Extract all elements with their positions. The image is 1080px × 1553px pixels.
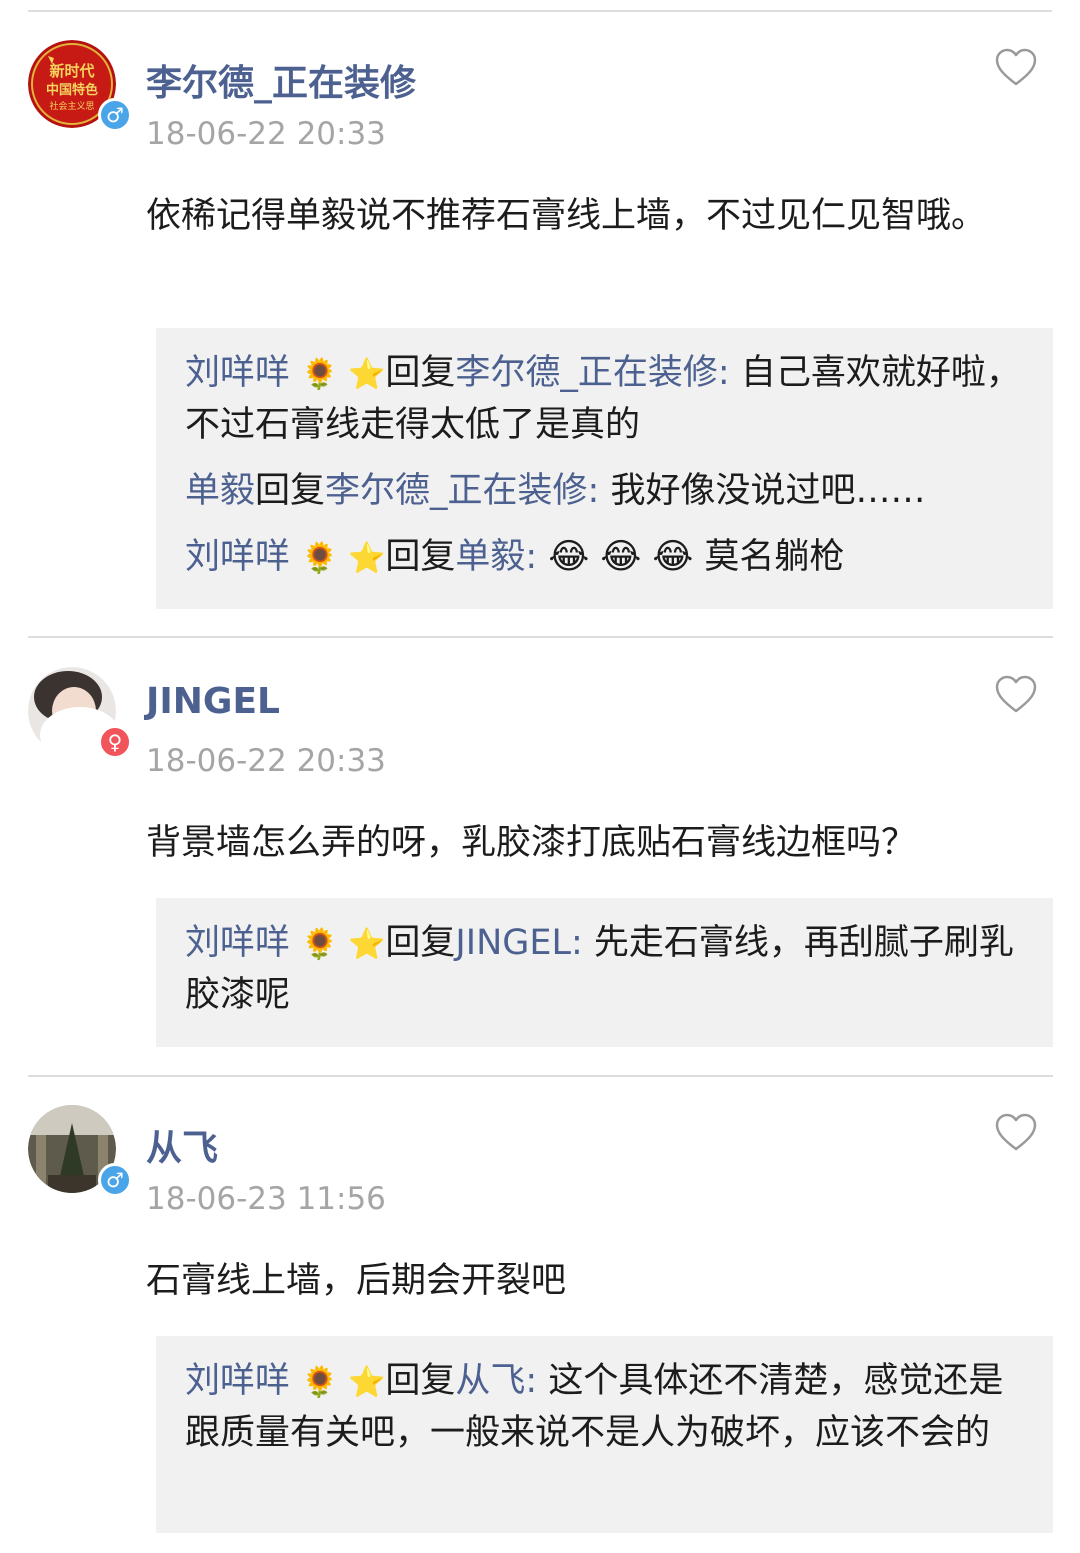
badge-icons: 🌻 ⭐ xyxy=(301,927,386,962)
comment-2: ♀ JINGEL 18-06-22 20:33 背景墙怎么弄的呀，乳胶漆打底贴石… xyxy=(0,667,1080,1047)
comment-text: 依稀记得单毅说不推荐石膏线上墙，不过见仁见智哦。 xyxy=(146,196,987,236)
male-symbol-icon: ♂ xyxy=(98,1163,132,1197)
reply-target[interactable]: 从飞: xyxy=(455,1361,537,1401)
male-symbol-icon: ♂ xyxy=(98,98,132,132)
badge-icons: 🌻 ⭐ xyxy=(301,1365,386,1400)
reply-target[interactable]: 李尔德_正在装修: xyxy=(455,353,729,393)
commenter-name[interactable]: JINGEL xyxy=(146,681,280,722)
heart-outline-icon[interactable] xyxy=(994,46,1038,90)
reply-box: 刘咩咩 🌻 ⭐回复从飞: 这个具体还不清楚，感觉还是跟质量有关吧，一般来说不是人… xyxy=(156,1336,1053,1533)
reply-text: 😂 😂 😂 莫名躺枪 xyxy=(537,537,845,577)
comment-time: 18-06-23 11:56 xyxy=(146,1181,386,1217)
heart-outline-icon[interactable] xyxy=(994,1111,1038,1155)
reply-author[interactable]: 刘咩咩 xyxy=(185,353,290,393)
avatar-text-line-3: 社会主义思 xyxy=(49,100,94,112)
reply-item[interactable]: 刘咩咩 🌻 ⭐回复李尔德_正在装修: 自己喜欢就好啦，不过石膏线走得太低了是真的 xyxy=(185,348,1023,450)
reply-author[interactable]: 刘咩咩 xyxy=(185,923,290,963)
reply-keyword: 回复 xyxy=(385,537,456,577)
comment-text: 石膏线上墙，后期会开裂吧 xyxy=(146,1261,567,1301)
heart-outline-icon[interactable] xyxy=(994,673,1038,717)
badge-icons: 🌻 ⭐ xyxy=(301,541,386,576)
reply-keyword: 回复 xyxy=(385,1361,456,1401)
reply-target[interactable]: JINGEL: xyxy=(455,923,582,963)
badge-icons: 🌻 ⭐ xyxy=(301,357,386,392)
reply-keyword: 回复 xyxy=(255,471,326,511)
top-divider xyxy=(28,10,1052,12)
reply-keyword: 回复 xyxy=(385,353,456,393)
reply-target[interactable]: 单毅: xyxy=(455,537,537,577)
reply-author[interactable]: 刘咩咩 xyxy=(185,1361,290,1401)
divider xyxy=(28,1075,1053,1077)
avatar-text-line-2: 中国特色 xyxy=(46,82,98,98)
comment-3: ♂ 从飞 18-06-23 11:56 石膏线上墙，后期会开裂吧 刘咩咩 🌻 ⭐… xyxy=(0,1105,1080,1535)
reply-keyword: 回复 xyxy=(385,923,456,963)
comment-1: 新时代 中国特色 社会主义思 ♂ 李尔德_正在装修 18-06-22 20:33… xyxy=(0,40,1080,610)
reply-item[interactable]: 刘咩咩 🌻 ⭐回复JINGEL: 先走石膏线，再刮腻子刷乳胶漆呢 xyxy=(185,918,1023,1020)
avatar-wrap: 新时代 中国特色 社会主义思 ♂ xyxy=(28,40,132,132)
reply-author[interactable]: 刘咩咩 xyxy=(185,537,290,577)
divider xyxy=(28,636,1053,638)
avatar-wrap: ♀ xyxy=(28,667,132,759)
commenter-name[interactable]: 李尔德_正在装修 xyxy=(146,54,416,106)
avatar-wrap: ♂ xyxy=(28,1105,132,1197)
reply-item[interactable]: 刘咩咩 🌻 ⭐回复从飞: 这个具体还不清楚，感觉还是跟质量有关吧，一般来说不是人… xyxy=(185,1356,1023,1458)
female-symbol-icon: ♀ xyxy=(98,725,132,759)
reply-author[interactable]: 单毅 xyxy=(185,471,255,511)
reply-box: 刘咩咩 🌻 ⭐回复JINGEL: 先走石膏线，再刮腻子刷乳胶漆呢 xyxy=(156,898,1053,1047)
comment-time: 18-06-22 20:33 xyxy=(146,116,386,152)
reply-target[interactable]: 李尔德_正在装修: xyxy=(325,471,599,511)
reply-text: 我好像没说过吧…… xyxy=(599,471,926,511)
comment-time: 18-06-22 20:33 xyxy=(146,743,386,779)
reply-box: 刘咩咩 🌻 ⭐回复李尔德_正在装修: 自己喜欢就好啦，不过石膏线走得太低了是真的… xyxy=(156,328,1053,609)
reply-item[interactable]: 单毅回复李尔德_正在装修: 我好像没说过吧…… xyxy=(185,466,1023,516)
comment-text: 背景墙怎么弄的呀，乳胶漆打底贴石膏线边框吗？ xyxy=(146,823,917,863)
commenter-name[interactable]: 从飞 xyxy=(146,1119,218,1171)
avatar-text-line-1: 新时代 xyxy=(49,62,94,80)
reply-item[interactable]: 刘咩咩 🌻 ⭐回复单毅: 😂 😂 😂 莫名躺枪 xyxy=(185,532,1023,584)
